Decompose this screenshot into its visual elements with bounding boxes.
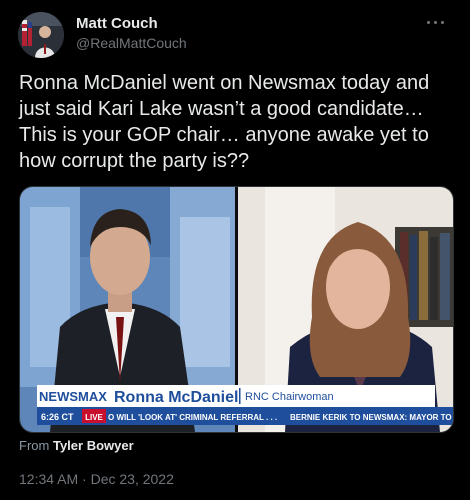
ticker-headline-right: BERNIE KERIK TO NEWSMAX: MAYOR TO E (290, 413, 453, 422)
author-handle[interactable]: @RealMattCouch (76, 35, 187, 51)
avatar-image (18, 12, 64, 58)
ticker-headline-left: O WILL 'LOOK AT' CRIMINAL REFERRAL . . . (108, 413, 277, 422)
video-frame: NEWSMAX Ronna McDaniel RNC Chairwoman 6:… (20, 187, 453, 432)
tweet-video[interactable]: NEWSMAX Ronna McDaniel RNC Chairwoman 6:… (19, 186, 454, 433)
author-name[interactable]: Matt Couch (76, 15, 158, 32)
author-avatar[interactable] (18, 12, 64, 58)
attribution-source[interactable]: Tyler Bowyer (53, 438, 134, 453)
guest-title-caption: RNC Chairwoman (245, 391, 334, 403)
video-attribution: From Tyler Bowyer (19, 438, 134, 453)
tweet-timestamp[interactable]: 12:34 AM · Dec 23, 2022 (19, 471, 174, 487)
tweet-card: Matt Couch @RealMattCouch Ronna McDaniel… (0, 0, 470, 500)
tweet-text: Ronna McDaniel went on Newsmax today and… (19, 72, 430, 172)
more-options-icon[interactable] (424, 12, 448, 32)
live-label: LIVE (85, 413, 103, 422)
guest-name-caption: Ronna McDaniel (114, 389, 238, 406)
ticker-time: 6:26 CT (41, 412, 74, 422)
newsmax-logo: NEWSMAX (39, 389, 107, 404)
attribution-prefix: From (19, 438, 50, 453)
